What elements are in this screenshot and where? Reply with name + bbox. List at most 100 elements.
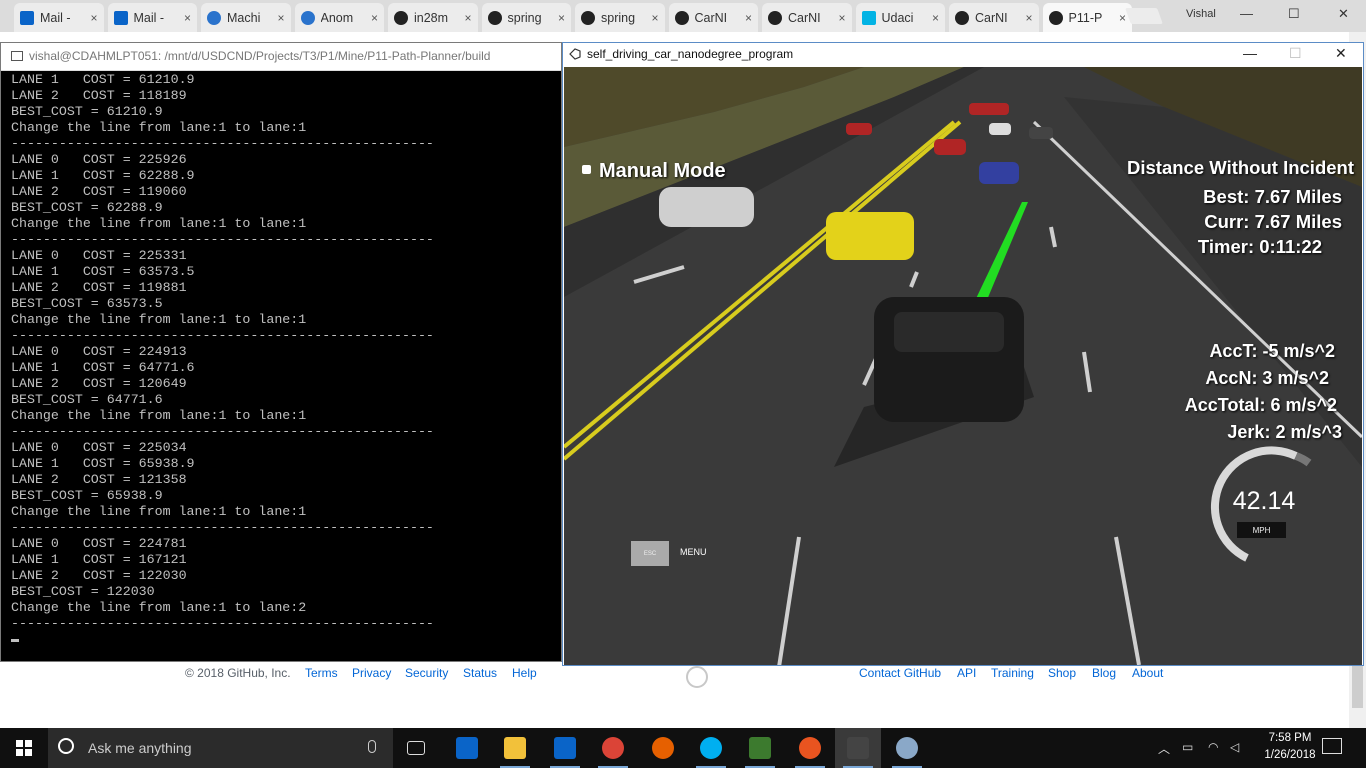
browser-tab[interactable]: spring × [481,3,571,32]
browser-tab[interactable]: P11-P × [1042,3,1132,32]
footer-link-status[interactable]: Status [463,666,497,680]
browser-tab[interactable]: Udaci × [855,3,945,32]
footer-link-terms[interactable]: Terms [305,666,338,680]
terminal-window[interactable]: vishal@CDAHMLPT051: /mnt/d/USDCND/Projec… [0,42,562,662]
terminal-titlebar[interactable]: vishal@CDAHMLPT051: /mnt/d/USDCND/Projec… [1,43,561,71]
profile-name[interactable]: Vishal [1186,8,1216,20]
taskbar-app-ubuntu[interactable] [787,728,833,768]
browser-tab-label: P11-P [1068,10,1103,25]
tab-close-icon[interactable]: × [464,11,471,25]
show-hidden-icons[interactable]: ︿ [1158,740,1170,757]
terminal-line: LANE 1 COST = 62288.9 [11,168,195,183]
tab-close-icon[interactable]: × [651,11,658,25]
browser-tab-label: spring [601,10,636,25]
github-footer: © 2018 GitHub, Inc. Terms Privacy Securi… [0,664,1349,694]
terminal-line: Change the line from lane:1 to lane:1 [11,312,307,327]
footer-link-about[interactable]: About [1132,666,1163,680]
cortana-search-box[interactable]: Ask me anything [48,728,393,768]
footer-link-contact[interactable]: Contact GitHub [859,666,941,680]
footer-link-blog[interactable]: Blog [1092,666,1116,680]
menu-label[interactable]: MENU [680,547,707,557]
taskbar-app-firefox[interactable] [640,728,686,768]
simulator-window[interactable]: self_driving_car_nanodegree_program — ☐ … [562,42,1364,666]
tab-close-icon[interactable]: × [932,11,939,25]
clock-date[interactable]: 1/26/2018 [1258,749,1322,761]
tab-close-icon[interactable]: × [838,11,845,25]
simulator-titlebar[interactable]: self_driving_car_nanodegree_program — ☐ … [563,43,1363,67]
footer-link-privacy[interactable]: Privacy [352,666,391,680]
browser-tab[interactable]: Machi × [201,3,291,32]
terminal-line: Change the line from lane:1 to lane:2 [11,600,307,615]
taskbar-app-unity[interactable] [835,728,881,768]
sim-maximize-button[interactable]: ☐ [1289,45,1302,62]
browser-tab[interactable]: CarNI × [668,3,758,32]
start-button[interactable] [0,728,48,768]
github-icon [768,10,782,25]
taskbar-app-store[interactable] [444,728,490,768]
acc-total: AccTotal: 6 m/s^2 [1184,395,1337,415]
github-icon [1048,10,1063,25]
footer-link-api[interactable]: API [957,666,976,680]
sim-minimize-button[interactable]: — [1243,45,1257,61]
terminal-line: LANE 2 COST = 121358 [11,472,187,487]
browser-tab[interactable]: CarNI × [949,3,1039,32]
browser-tab[interactable]: in28m × [388,3,478,32]
tab-close-icon[interactable]: × [1025,11,1032,25]
terminal-line: ----------------------------------------… [11,616,434,631]
terminal-line: Change the line from lane:1 to lane:1 [11,120,307,135]
current-distance: Curr: 7.67 Miles [1204,211,1342,232]
terminal-output[interactable]: LANE 1 COST = 61210.9 LANE 2 COST = 11818… [11,72,559,660]
github-logo-icon[interactable] [686,666,708,688]
terminal-line: BEST_COST = 122030 [11,584,155,599]
task-view-button[interactable] [393,728,439,768]
footer-link-shop[interactable]: Shop [1048,666,1076,680]
new-tab-button[interactable] [1125,8,1163,24]
browser-tab[interactable]: spring × [575,3,665,32]
browser-close-button[interactable]: ✕ [1338,6,1349,22]
terminal-line: Change the line from lane:1 to lane:1 [11,408,307,423]
footer-link-help[interactable]: Help [512,666,537,680]
terminal-line: LANE 0 COST = 225331 [11,248,187,263]
manual-mode-label: Manual Mode [599,160,726,182]
github-icon [955,10,969,25]
taskbar-app-paint[interactable] [884,728,930,768]
footer-link-training[interactable]: Training [991,666,1034,680]
unity-icon [847,737,869,759]
taskbar-app-task-manager[interactable] [737,728,783,768]
taskbar-app-skype[interactable] [688,728,734,768]
simulator-viewport[interactable]: Manual Mode Distance Without Incident Be… [564,67,1362,665]
wifi-icon[interactable]: ◠ [1208,740,1218,754]
taskbar-app-outlook[interactable] [542,728,588,768]
footer-link-security[interactable]: Security [405,666,448,680]
terminal-lines: LANE 1 COST = 61210.9 LANE 2 COST = 11818… [11,72,559,632]
microphone-icon[interactable] [368,740,376,753]
tab-close-icon[interactable]: × [558,11,565,25]
unity-icon [569,48,581,60]
tab-close-icon[interactable]: × [184,11,191,25]
tab-close-icon[interactable]: × [277,11,284,25]
action-center-icon[interactable] [1322,738,1342,754]
tab-close-icon[interactable]: × [745,11,752,25]
terminal-line: LANE 2 COST = 120649 [11,376,187,391]
browser-maximize-button[interactable]: ☐ [1288,6,1300,22]
browser-tab[interactable]: CarNI × [762,3,852,32]
file-explorer-icon [504,737,526,759]
browser-tab[interactable]: Anom × [294,3,384,32]
browser-minimize-button[interactable]: — [1240,6,1253,21]
clock-time[interactable]: 7:58 PM [1260,732,1320,744]
chrome-icon [602,737,624,759]
taskbar-app-explorer[interactable] [492,728,538,768]
terminal-line: ----------------------------------------… [11,424,434,439]
volume-icon[interactable]: ◁ [1230,740,1239,754]
terminal-line: ----------------------------------------… [11,520,434,535]
tab-close-icon[interactable]: × [371,11,378,25]
manual-mode-checkbox[interactable] [582,165,591,174]
esc-button[interactable]: ESC [631,541,669,566]
sim-close-button[interactable]: ✕ [1335,45,1347,62]
taskbar-app-chrome[interactable] [590,728,636,768]
battery-icon[interactable]: ▭ [1182,740,1193,754]
browser-tab[interactable]: Mail - × [107,3,197,32]
tab-close-icon[interactable]: × [90,11,97,25]
browser-tab[interactable]: Mail - × [14,3,104,32]
tab-close-icon[interactable]: × [1119,11,1126,25]
